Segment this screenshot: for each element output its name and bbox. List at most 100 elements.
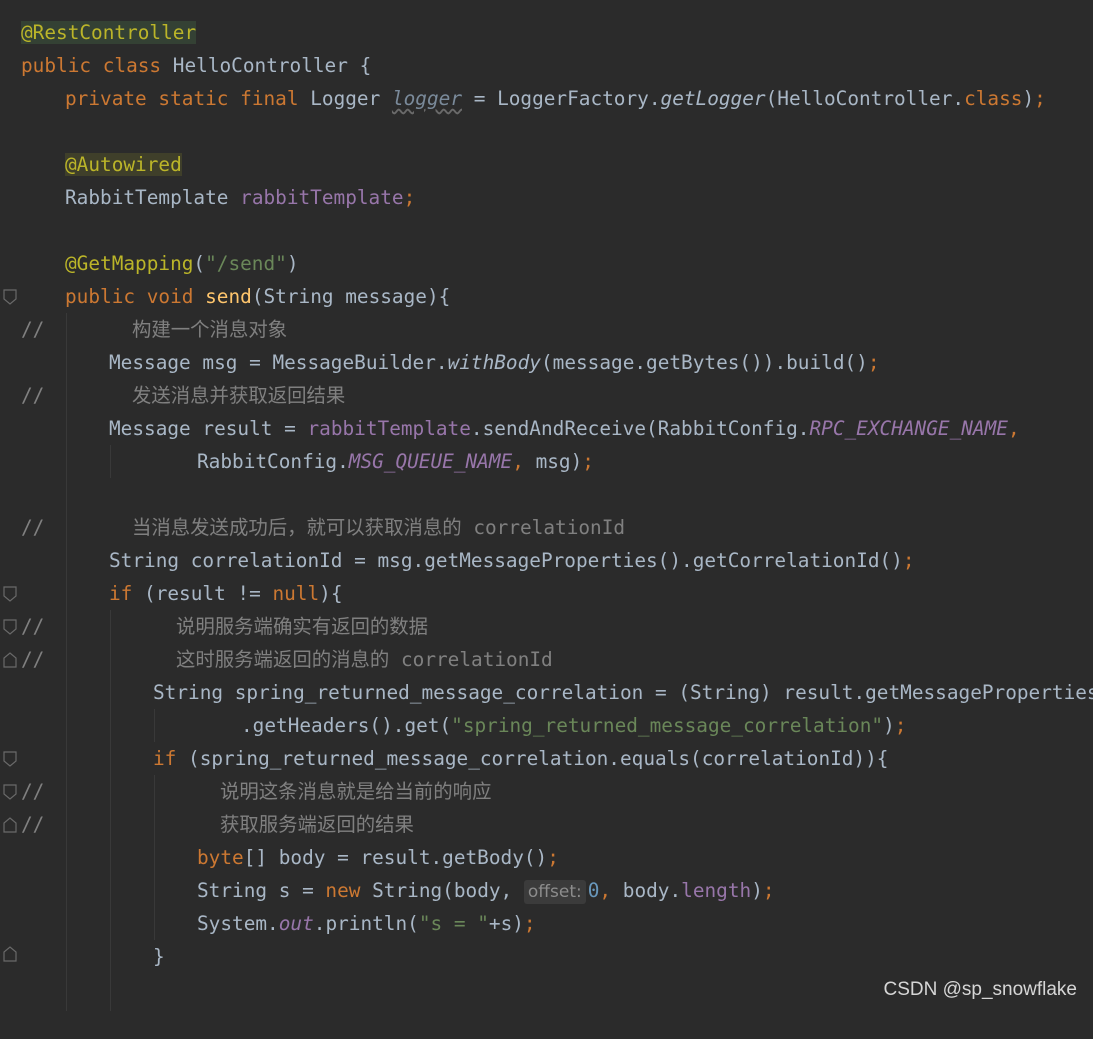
code-token: // (21, 318, 45, 341)
code-token: 这时服务端返回的消息的 correlationId (176, 648, 553, 671)
code-token: String s = (197, 879, 326, 902)
code-line[interactable]: // 当消息发送成功后，就可以获取消息的 correlationId (0, 511, 1093, 544)
code-line[interactable]: public class HelloController { (0, 49, 1093, 82)
code-line[interactable]: String s = new String(body, offset: 0, bo… (0, 874, 1093, 907)
code-token: ; (867, 351, 880, 374)
code-token: new (325, 879, 361, 902)
code-token: Message msg = MessageBuilder.withBody(me… (109, 346, 880, 379)
code-token: getLogger (660, 87, 766, 110)
code-line[interactable]: @RestController (0, 16, 1093, 49)
code-token: ) (286, 252, 299, 275)
code-line[interactable]: public void send(String message){ (0, 280, 1093, 313)
code-token: ; (894, 714, 907, 737)
code-token: System.out.println("s = "+s); (197, 907, 536, 940)
code-token: (message.getBytes()).build() (540, 351, 868, 374)
code-token: , (1007, 417, 1020, 440)
code-token: 发送消息并获取返回结果 (132, 384, 346, 407)
code-token: ; (403, 186, 416, 209)
code-token: "s = " (418, 912, 489, 935)
code-token: ; (582, 450, 594, 473)
code-line[interactable]: // 说明服务端确实有返回的数据 (0, 610, 1093, 643)
code-line[interactable]: // 这时服务端返回的消息的 correlationId (0, 643, 1093, 676)
code-token: (HelloController. (765, 87, 965, 110)
code-token: (result != (132, 582, 273, 605)
code-token: , (512, 450, 524, 473)
code-line[interactable]: } (0, 940, 1093, 973)
code-token: } (153, 945, 165, 968)
code-token: RabbitConfig.MSG_QUEUE_NAME, msg); (197, 445, 594, 478)
code-token: String spring_returned_message_correlati… (153, 681, 1093, 704)
code-token: System. (197, 912, 279, 935)
code-token: public (65, 285, 136, 308)
code-line[interactable]: System.out.println("s = "+s); (0, 907, 1093, 940)
code-line[interactable]: private static final Logger logger = Log… (0, 82, 1093, 115)
code-line[interactable]: .getHeaders().get("spring_returned_messa… (0, 709, 1093, 742)
code-line[interactable]: Message result = rabbitTemplate.sendAndR… (0, 412, 1093, 445)
code-token: out (278, 912, 314, 935)
code-token: @Autowired (65, 153, 182, 176)
code-token: , (599, 879, 612, 902)
code-token: if (109, 582, 133, 605)
code-token: length (681, 879, 752, 902)
code-token: MSG_QUEUE_NAME (348, 450, 513, 473)
code-line[interactable]: // 获取服务端返回的结果 (0, 808, 1093, 841)
code-token: body. (611, 879, 682, 902)
code-token: [] body = result.getBody() (243, 846, 548, 869)
code-token: HelloController (172, 54, 348, 77)
code-line[interactable]: @GetMapping("/send") (0, 247, 1093, 280)
code-line[interactable]: if (spring_returned_message_correlation.… (0, 742, 1093, 775)
code-token: ; (1034, 87, 1046, 110)
code-token: ) (1022, 87, 1035, 110)
code-line[interactable]: @Autowired (0, 148, 1093, 181)
code-token: private (65, 87, 147, 110)
code-token: // (21, 813, 45, 836)
code-token: (String message){ (251, 285, 451, 308)
code-token: ){ (319, 582, 343, 605)
code-token: +s) (488, 912, 524, 935)
code-token: (spring_returned_message_correlation.equ… (176, 747, 889, 770)
code-token: class (102, 54, 162, 77)
code-token: static (158, 87, 229, 110)
code-token: ( (193, 252, 206, 275)
code-token: @RestController (21, 21, 197, 44)
code-line[interactable]: Message msg = MessageBuilder.withBody(me… (0, 346, 1093, 379)
code-token: public class HelloController { (21, 49, 371, 82)
code-line[interactable]: String spring_returned_message_correlati… (0, 676, 1093, 709)
code-token: Logger (310, 87, 381, 110)
code-token: msg) (523, 450, 583, 473)
code-line[interactable]: if (result != null){ (0, 577, 1093, 610)
code-line[interactable]: RabbitConfig.MSG_QUEUE_NAME, msg); (0, 445, 1093, 478)
code-token: String(body, (360, 879, 524, 902)
code-token: @GetMapping (65, 252, 194, 275)
code-token: { (359, 54, 372, 77)
code-token: if (153, 747, 177, 770)
code-token: String correlationId = msg.getMessagePro… (109, 544, 915, 577)
code-token: @Autowired (65, 148, 182, 181)
code-token: "spring_returned_message_correlation" (451, 714, 884, 737)
code-token: 0 (587, 879, 600, 902)
code-token: logger (391, 87, 462, 110)
code-token: String correlationId = msg.getMessagePro… (109, 549, 903, 572)
code-line[interactable]: // 发送消息并获取返回结果 (0, 379, 1093, 412)
code-token: // (21, 384, 45, 407)
code-token: // (21, 780, 45, 803)
code-line[interactable]: RabbitTemplate rabbitTemplate; (0, 181, 1093, 214)
code-token: .getHeaders().get( (241, 714, 452, 737)
code-token: = (473, 87, 486, 110)
code-token: .sendAndReceive(RabbitConfig. (470, 417, 810, 440)
code-token: String s = new String(body, offset: 0, bo… (197, 874, 775, 907)
code-line[interactable]: // 说明这条消息就是给当前的响应 (0, 775, 1093, 808)
code-line[interactable]: String correlationId = msg.getMessagePro… (0, 544, 1093, 577)
code-token: null (272, 582, 320, 605)
code-token: "/send" (205, 252, 287, 275)
code-token: ; (547, 846, 559, 869)
code-token: final (240, 87, 299, 110)
code-token: if (spring_returned_message_correlation.… (153, 742, 888, 775)
code-token: byte (197, 846, 244, 869)
code-editor[interactable]: @RestController public class HelloContro… (0, 0, 1093, 1011)
code-token: .println( (313, 912, 419, 935)
code-token: rabbitTemplate (240, 186, 404, 209)
code-line[interactable]: byte[] body = result.getBody(); (0, 841, 1093, 874)
code-line[interactable]: // 构建一个消息对象 (0, 313, 1093, 346)
code-token: ; (762, 879, 775, 902)
